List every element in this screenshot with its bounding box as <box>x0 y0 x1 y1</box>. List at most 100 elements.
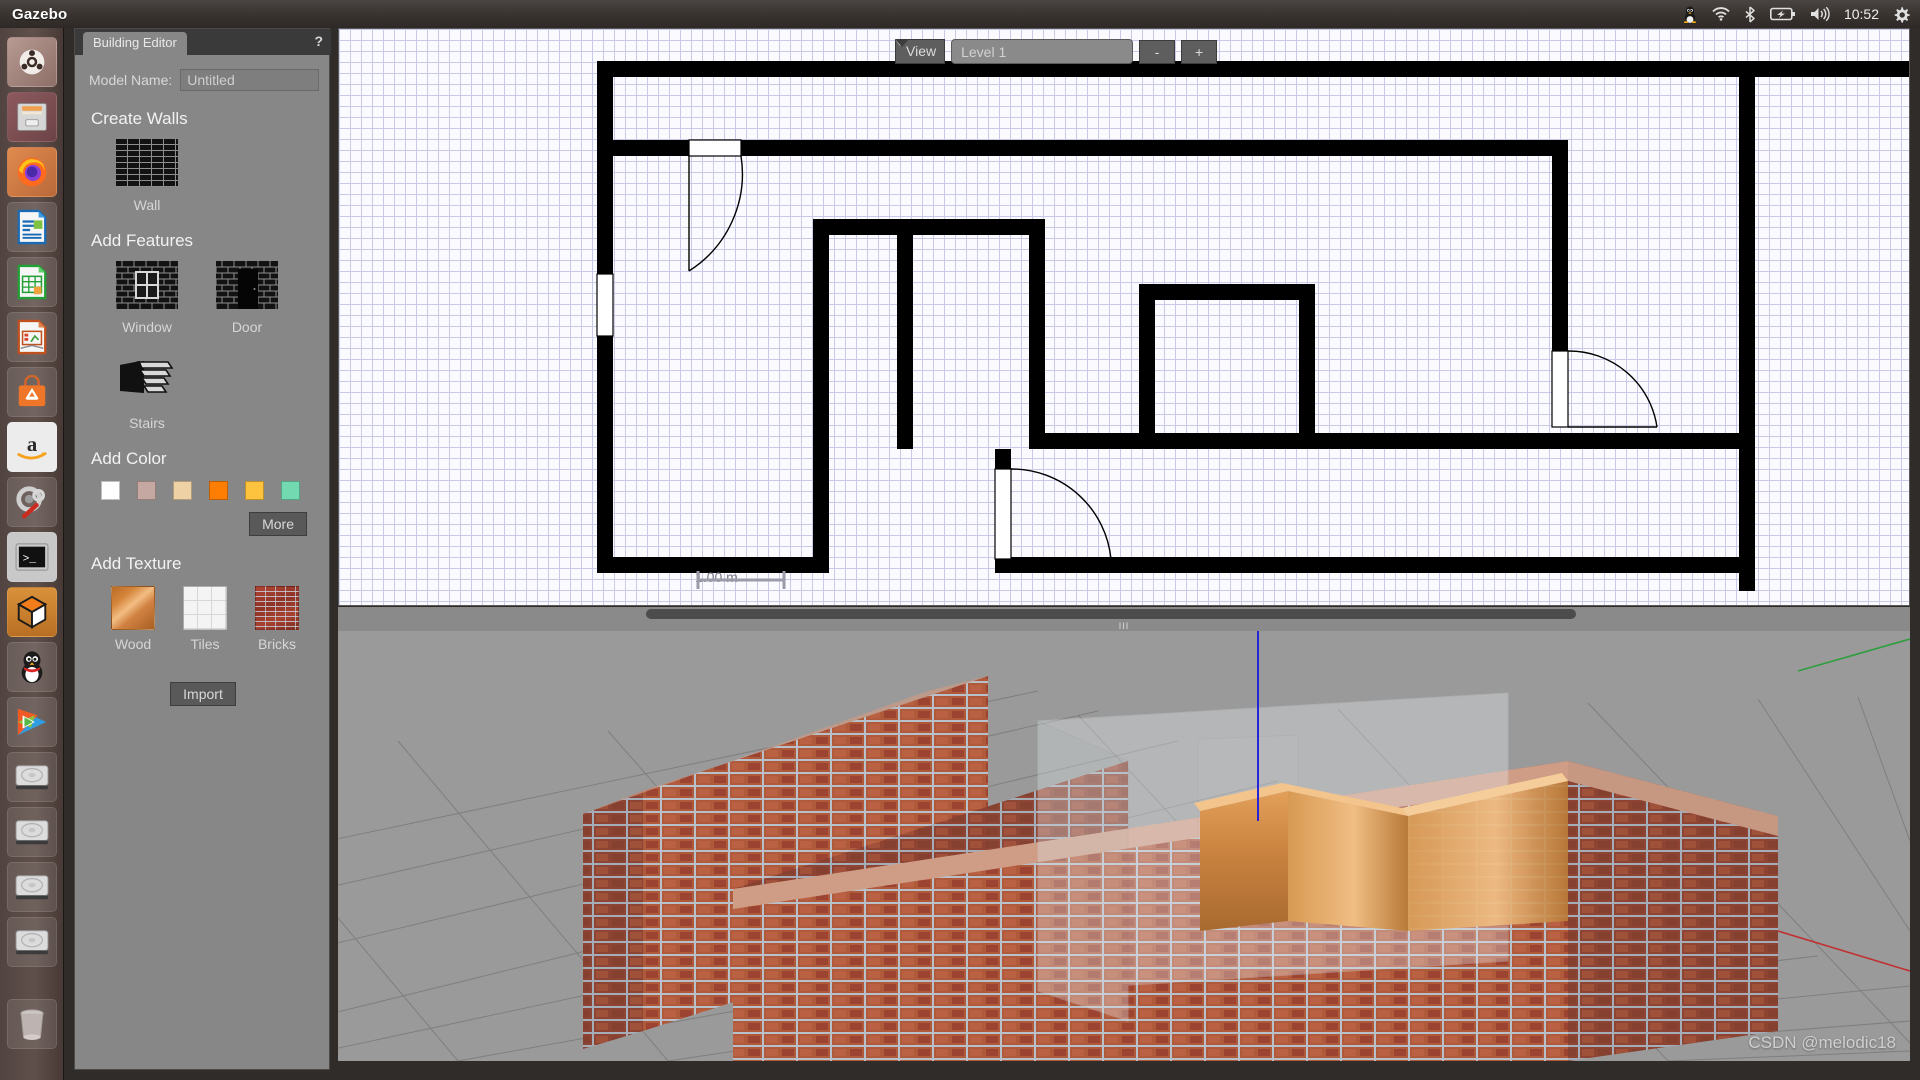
bluetooth-icon[interactable] <box>1744 5 1756 23</box>
floorplan-canvas[interactable]: 1.00 m View Level 1 - + <box>338 28 1910 606</box>
tool-door-label: Door <box>231 319 263 335</box>
help-icon[interactable]: ? <box>314 33 323 49</box>
zoom-in-button[interactable]: + <box>1181 39 1218 64</box>
dock-item-disk-3[interactable] <box>6 862 57 912</box>
disk-icon <box>15 875 48 900</box>
dock-item-media-player[interactable] <box>6 697 57 747</box>
ubuntu-logo-icon <box>19 49 44 75</box>
writer-icon <box>17 209 46 245</box>
gazebo-3d-view[interactable]: Building is View Only CSDN @melodic18 <box>338 631 1910 1061</box>
settings-icon <box>15 486 45 519</box>
floorplan-hscrollbar[interactable] <box>338 607 1910 621</box>
door-bottom-middle <box>994 468 1112 560</box>
dock-item-ubuntu-dash[interactable] <box>6 37 57 87</box>
import-texture-button[interactable]: Import <box>170 682 236 706</box>
system-tray: 10:52 <box>1682 5 1920 23</box>
color-swatch-0[interactable] <box>101 481 120 500</box>
unity-launcher: a >_ <box>0 28 64 1080</box>
chevron-down-icon <box>895 39 909 47</box>
brick-wall-icon <box>116 139 178 187</box>
window-left-wall <box>596 273 614 337</box>
more-colors-button[interactable]: More <box>249 512 307 536</box>
color-swatch-5[interactable] <box>281 481 300 500</box>
editor-right-area: 1.00 m View Level 1 - + III CSDN @melodi… <box>338 28 1910 1070</box>
level-toolbar: View Level 1 - + <box>895 39 1218 64</box>
texture-bricks[interactable]: Bricks <box>241 586 313 652</box>
gear-icon[interactable] <box>1893 6 1910 23</box>
model-name-label: Model Name: <box>89 72 173 88</box>
dock-item-libreoffice-calc[interactable] <box>6 257 57 307</box>
dock-item-amazon[interactable]: a <box>6 422 57 472</box>
color-swatch-1[interactable] <box>137 481 156 500</box>
tool-stairs[interactable]: Stairs <box>97 357 197 431</box>
dock-item-disk-2[interactable] <box>6 807 57 857</box>
system-top-bar: Gazebo 10:52 <box>0 0 1920 28</box>
level-select-value: Level 1 <box>961 43 1007 60</box>
svg-text:a: a <box>26 434 37 456</box>
volume-icon[interactable] <box>1810 6 1830 22</box>
pane-splitter[interactable]: III <box>338 621 1910 631</box>
dock-item-files[interactable] <box>6 92 57 142</box>
level-select[interactable]: Level 1 <box>895 39 1134 64</box>
texture-wood[interactable]: Wood <box>97 586 169 652</box>
system-clock[interactable]: 10:52 <box>1844 6 1879 22</box>
battery-icon[interactable] <box>1769 7 1796 21</box>
add-features-tiles-row1: Window Door <box>75 261 331 335</box>
dock-item-gazebo[interactable] <box>6 587 57 637</box>
color-swatch-3[interactable] <box>209 481 228 500</box>
dock-item-system-settings[interactable] <box>6 477 57 527</box>
color-swatch-4[interactable] <box>245 481 264 500</box>
building-editor-panel: Building Editor ? Model Name: Untitled C… <box>74 28 331 1070</box>
tiles-texture-icon <box>183 586 227 630</box>
disk-icon <box>15 930 48 955</box>
section-title-add-color: Add Color <box>91 449 167 468</box>
texture-tiles[interactable]: Tiles <box>169 586 241 652</box>
dock-spacer <box>0 972 63 994</box>
scale-bar-graphic <box>696 571 786 589</box>
import-row: Import <box>75 652 331 706</box>
calc-icon <box>17 264 46 300</box>
tool-wall[interactable]: Wall <box>97 139 197 213</box>
files-icon <box>16 103 47 131</box>
tool-wall-label: Wall <box>133 197 161 213</box>
section-title-add-features: Add Features <box>91 231 194 250</box>
tool-window-label: Window <box>122 319 172 335</box>
color-swatch-row <box>75 469 331 500</box>
wood-texture-icon <box>111 586 155 630</box>
dock-item-trash[interactable] <box>6 999 57 1049</box>
hscrollbar-thumb[interactable] <box>646 609 1576 619</box>
tab-building-editor[interactable]: Building Editor <box>83 32 187 55</box>
impress-icon <box>17 319 46 355</box>
dock-item-libreoffice-writer[interactable] <box>6 202 57 252</box>
tool-window[interactable]: Window <box>97 261 197 335</box>
dock-item-software-center[interactable] <box>6 367 57 417</box>
color-swatch-2[interactable] <box>173 481 192 500</box>
gazebo-icon <box>16 595 47 629</box>
panel-tab-strip: Building Editor ? <box>75 29 331 55</box>
window-icon <box>115 261 178 309</box>
panel-body: Model Name: Untitled Create Walls Wall A… <box>75 55 331 1069</box>
more-colors-row: More <box>75 500 331 536</box>
tool-door[interactable]: Door <box>197 261 297 335</box>
tux-icon[interactable] <box>1682 5 1698 23</box>
gazebo-window: Building Editor ? Model Name: Untitled C… <box>64 28 1920 1080</box>
dock-item-firefox[interactable] <box>6 147 57 197</box>
section-title-create-walls: Create Walls <box>91 109 188 128</box>
add-features-tiles-row2: Stairs <box>75 357 331 431</box>
walls <box>597 61 1909 591</box>
texture-tiles-label: Tiles <box>190 636 220 652</box>
wifi-icon[interactable] <box>1712 7 1730 21</box>
disk-icon <box>15 765 48 790</box>
dock-item-qq[interactable] <box>6 642 57 692</box>
watermark-text: CSDN @melodic18 <box>1748 1033 1896 1052</box>
terminal-icon: >_ <box>15 543 48 571</box>
dock-item-terminal[interactable]: >_ <box>6 532 57 582</box>
tool-stairs-label: Stairs <box>129 415 165 431</box>
dock-item-disk-4[interactable] <box>6 917 57 967</box>
model-name-input[interactable]: Untitled <box>180 69 319 91</box>
dock-item-libreoffice-impress[interactable] <box>6 312 57 362</box>
dock-item-disk-1[interactable] <box>6 752 57 802</box>
zoom-out-button[interactable]: - <box>1139 39 1176 64</box>
scale-bar: 1.00 m <box>695 569 786 589</box>
view-menu-label: View <box>906 43 937 59</box>
